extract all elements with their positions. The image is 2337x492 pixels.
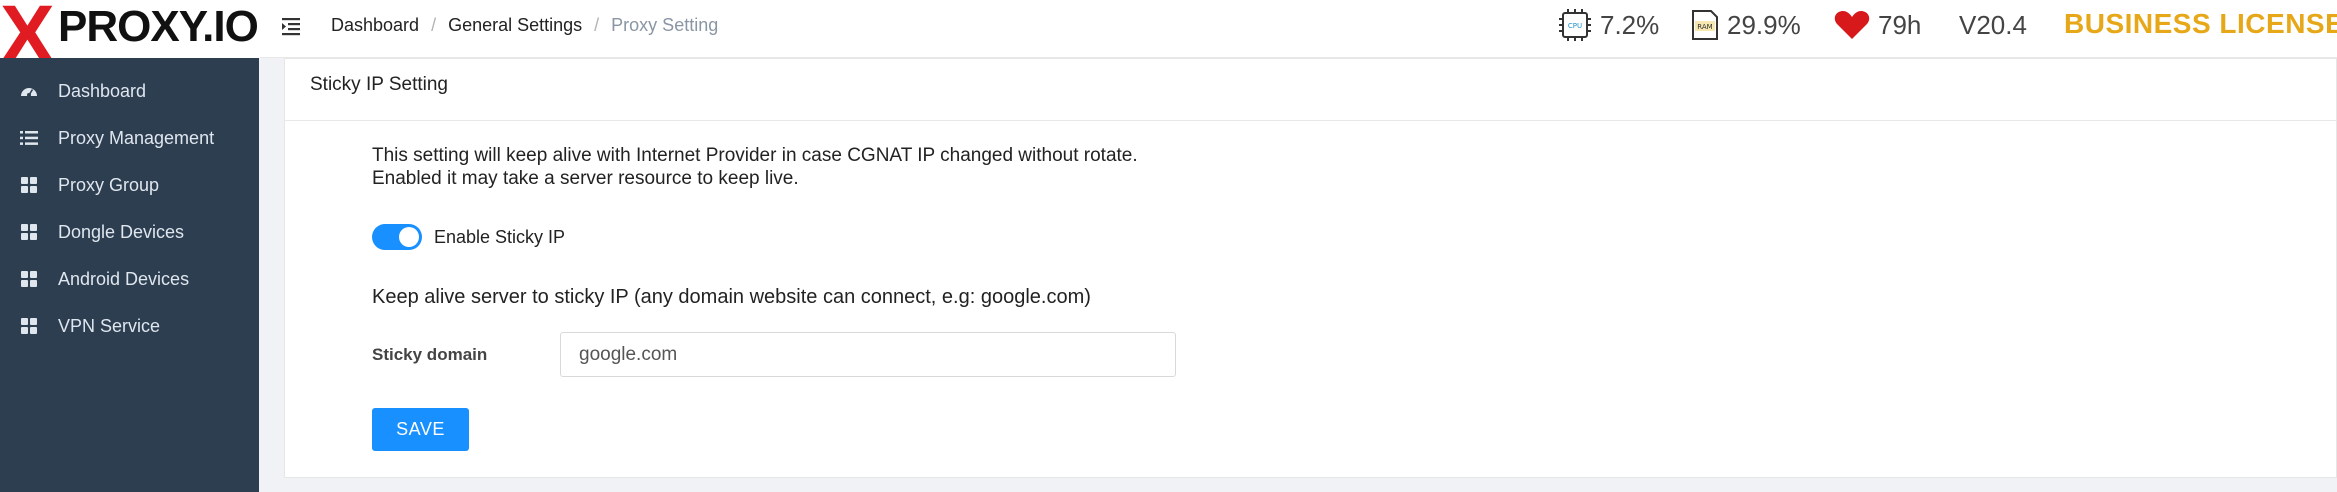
sidebar: Dashboard Proxy Management Proxy Group D… [0, 58, 259, 492]
uptime-value: 79h [1878, 9, 1922, 40]
sidebar-item-dashboard[interactable]: Dashboard [0, 66, 259, 116]
grid-icon [20, 176, 38, 194]
sidebar-item-label: Dongle Devices [58, 221, 185, 242]
grid-icon [20, 223, 38, 241]
description: This setting will keep alive with Intern… [372, 144, 1138, 190]
sidebar-item-label: VPN Service [58, 315, 161, 336]
sticky-domain-input[interactable] [560, 332, 1176, 377]
cpu-value: 7.2% [1600, 9, 1660, 40]
menu-toggle-icon[interactable] [280, 14, 304, 38]
logo-text: PROXY.IO [58, 2, 259, 51]
license-badge: BUSINESS LICENSE [2064, 8, 2337, 39]
ram-value: 29.9% [1727, 9, 1801, 40]
keep-alive-text: Keep alive server to sticky IP (any doma… [372, 286, 1091, 308]
dashboard-icon [20, 82, 38, 100]
ram-icon: RAM [1691, 9, 1719, 41]
sidebar-item-proxy-management[interactable]: Proxy Management [0, 113, 259, 163]
breadcrumb-dashboard[interactable]: Dashboard [331, 15, 419, 36]
logo-x: X [0, 0, 55, 58]
card-header: Sticky IP Setting [285, 59, 2336, 121]
sidebar-item-vpn-service[interactable]: VPN Service [0, 301, 259, 351]
description-line-2: Enabled it may take a server resource to… [372, 168, 799, 189]
list-icon [20, 129, 38, 147]
uptime-stat: 79h [1834, 10, 1921, 40]
cpu-icon: CPU [1558, 9, 1592, 41]
sidebar-item-label: Android Devices [58, 268, 190, 289]
breadcrumb-general-settings[interactable]: General Settings [448, 15, 582, 36]
breadcrumb-current: Proxy Setting [611, 14, 719, 35]
heart-icon [1834, 10, 1870, 40]
grid-icon [20, 317, 38, 335]
toggle-knob [399, 227, 419, 247]
breadcrumb-separator: / [594, 14, 600, 35]
sticky-domain-label: Sticky domain [372, 345, 488, 364]
save-button[interactable]: SAVE [372, 408, 469, 451]
sidebar-item-label: Proxy Management [58, 127, 215, 148]
card-title: Sticky IP Setting [310, 74, 448, 95]
sidebar-item-android-devices[interactable]: Android Devices [0, 254, 259, 304]
sticky-ip-toggle[interactable] [372, 224, 422, 250]
ram-stat: RAM 29.9% [1691, 10, 1801, 40]
breadcrumb-separator: / [431, 14, 437, 35]
version-label: V20.4 [1959, 9, 2027, 40]
svg-text:CPU: CPU [1568, 22, 1582, 30]
sidebar-item-proxy-group[interactable]: Proxy Group [0, 160, 259, 210]
sticky-ip-card: Sticky IP Setting This setting will keep… [284, 58, 2337, 478]
breadcrumb: Dashboard / General Settings / Proxy Set… [331, 14, 718, 36]
logo[interactable]: X PROXY.IO [0, 0, 260, 58]
sidebar-item-dongle-devices[interactable]: Dongle Devices [0, 207, 259, 257]
cpu-stat: CPU 7.2% [1558, 9, 1660, 41]
toggle-label: Enable Sticky IP [434, 226, 566, 247]
sticky-ip-toggle-row: Enable Sticky IP [372, 224, 565, 250]
grid-icon [20, 270, 38, 288]
sidebar-item-label: Proxy Group [58, 174, 160, 195]
description-line-1: This setting will keep alive with Intern… [372, 145, 1138, 166]
sidebar-item-label: Dashboard [58, 80, 147, 101]
top-header: X PROXY.IO Dashboard / General Settings … [0, 0, 2337, 58]
svg-text:RAM: RAM [1697, 23, 1712, 31]
